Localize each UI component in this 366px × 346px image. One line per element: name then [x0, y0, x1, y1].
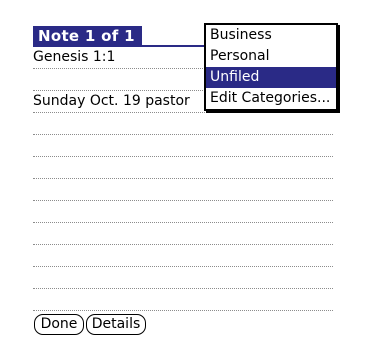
- note-line[interactable]: [33, 201, 333, 223]
- note-line[interactable]: [33, 245, 333, 267]
- note-line[interactable]: [33, 157, 333, 179]
- note-title: Note 1 of 1: [33, 26, 142, 46]
- done-button[interactable]: Done: [34, 314, 84, 335]
- note-line[interactable]: [33, 223, 333, 245]
- note-line[interactable]: [33, 135, 333, 157]
- note-screen: Note 1 of 1 Genesis 1:1 Sunday Oct. 19 p…: [0, 0, 366, 346]
- note-line[interactable]: [33, 289, 333, 311]
- category-popup-menu: Business Personal Unfiled Edit Categorie…: [204, 23, 338, 111]
- note-line[interactable]: [33, 179, 333, 201]
- note-line[interactable]: [33, 113, 333, 135]
- note-line[interactable]: [33, 267, 333, 289]
- category-item-edit-categories[interactable]: Edit Categories...: [206, 88, 336, 109]
- category-item-unfiled[interactable]: Unfiled: [206, 67, 336, 88]
- category-item-personal[interactable]: Personal: [206, 46, 336, 67]
- category-item-business[interactable]: Business: [206, 25, 336, 46]
- details-button[interactable]: Details: [86, 314, 146, 335]
